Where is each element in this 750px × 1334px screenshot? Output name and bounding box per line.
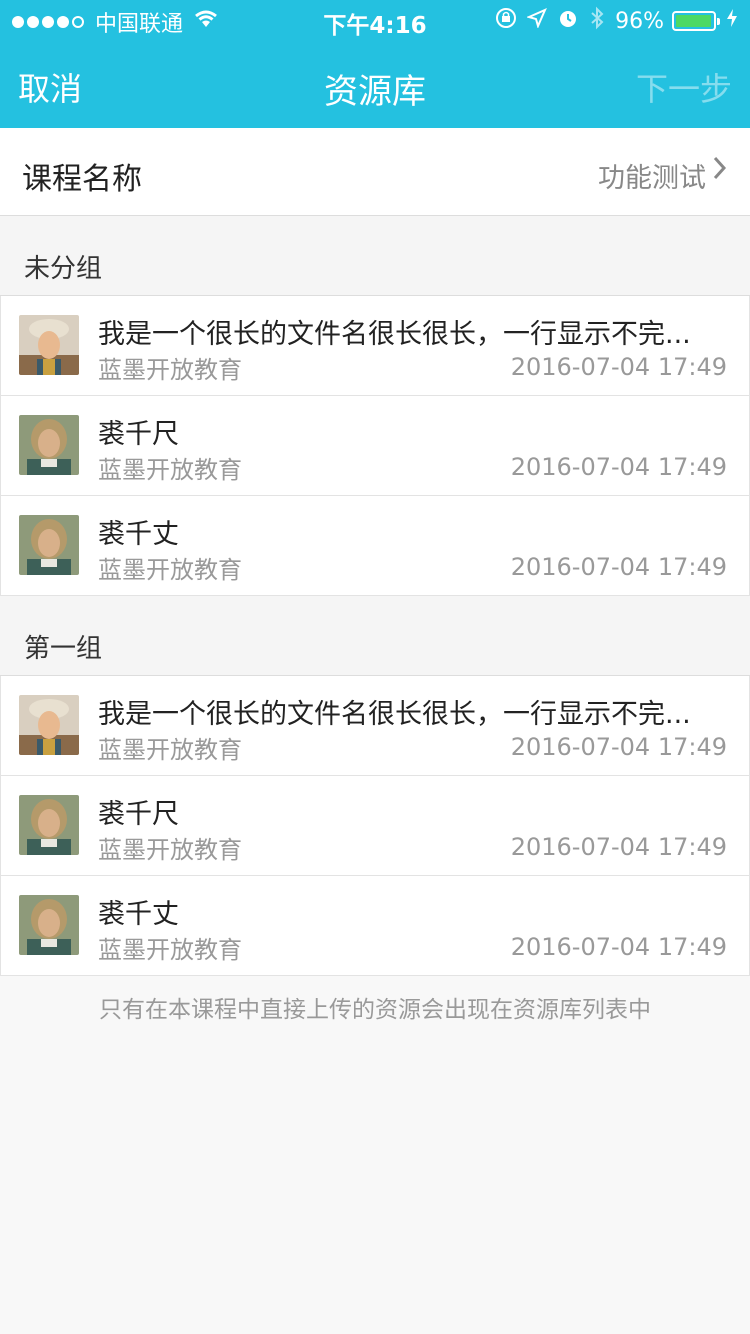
- charging-icon: [726, 8, 738, 34]
- alarm-icon: [557, 7, 579, 35]
- avatar: [19, 415, 79, 475]
- location-icon: [526, 8, 548, 34]
- resource-item[interactable]: 我是一个很长的文件名很长很长，一行显示不完... 蓝墨开放教育 2016-07-04…: [0, 296, 750, 396]
- resource-org: 蓝墨开放教育: [98, 736, 242, 764]
- resource-date: 2016-07-04 17:49: [510, 833, 727, 861]
- resource-org: 蓝墨开放教育: [98, 836, 242, 864]
- chevron-right-icon: [712, 154, 728, 189]
- resource-org: 蓝墨开放教育: [98, 356, 242, 384]
- battery-percent: 96%: [615, 8, 664, 34]
- resource-date: 2016-07-04 17:49: [510, 553, 727, 581]
- battery-fill: [676, 15, 711, 27]
- group-title: 未分组: [24, 254, 103, 284]
- status-right: 96%: [485, 6, 738, 36]
- resource-org: 蓝墨开放教育: [98, 456, 242, 484]
- resource-org: 蓝墨开放教育: [98, 936, 242, 964]
- avatar: [19, 315, 79, 375]
- group-header: 第一组: [0, 596, 750, 676]
- resource-name: 裘千尺: [98, 419, 179, 450]
- rotation-lock-icon: [495, 7, 517, 35]
- resource-date: 2016-07-04 17:49: [510, 733, 727, 761]
- avatar: [19, 515, 79, 575]
- resource-name: 裘千丈: [98, 519, 179, 550]
- resource-item[interactable]: 裘千丈蓝墨开放教育 2016-07-04 17:49: [0, 876, 750, 976]
- group-header: 未分组: [0, 216, 750, 296]
- resource-org: 蓝墨开放教育: [98, 556, 242, 584]
- course-name-label: 课程名称: [22, 162, 142, 197]
- next-step-button[interactable]: 下一步: [636, 64, 732, 110]
- resource-name: 裘千尺: [98, 799, 179, 830]
- resource-name: 裘千丈: [98, 899, 179, 930]
- course-name-row[interactable]: 课程名称 功能测试: [0, 128, 750, 216]
- course-name-value: 功能测试: [598, 163, 706, 194]
- status-bar: 中国联通 下午4:16 96%: [0, 0, 750, 40]
- group-title: 第一组: [24, 634, 103, 664]
- footer-note: 只有在本课程中直接上传的资源会出现在资源库列表中: [99, 997, 651, 1023]
- resource-name: 我是一个很长的文件名很长很长，一行显示不完...: [98, 699, 691, 730]
- resource-date: 2016-07-04 17:49: [510, 933, 727, 961]
- resource-item[interactable]: 裘千丈蓝墨开放教育 2016-07-04 17:49: [0, 496, 750, 596]
- resource-item[interactable]: 裘千尺蓝墨开放教育 2016-07-04 17:49: [0, 776, 750, 876]
- header-bar: 中国联通 下午4:16 96% 取消 资源库 下一步: [0, 0, 750, 128]
- resource-item[interactable]: 我是一个很长的文件名很长很长，一行显示不完... 蓝墨开放教育 2016-07-04…: [0, 676, 750, 776]
- avatar: [19, 895, 79, 955]
- resource-date: 2016-07-04 17:49: [510, 353, 727, 381]
- resource-name: 我是一个很长的文件名很长很长，一行显示不完...: [98, 319, 691, 350]
- nav-bar: 取消 资源库 下一步: [0, 40, 750, 128]
- bluetooth-icon: [589, 6, 605, 36]
- resource-item[interactable]: 裘千尺蓝墨开放教育 2016-07-04 17:49: [0, 396, 750, 496]
- resource-date: 2016-07-04 17:49: [510, 453, 727, 481]
- battery-icon: [672, 11, 720, 31]
- avatar: [19, 795, 79, 855]
- avatar: [19, 695, 79, 755]
